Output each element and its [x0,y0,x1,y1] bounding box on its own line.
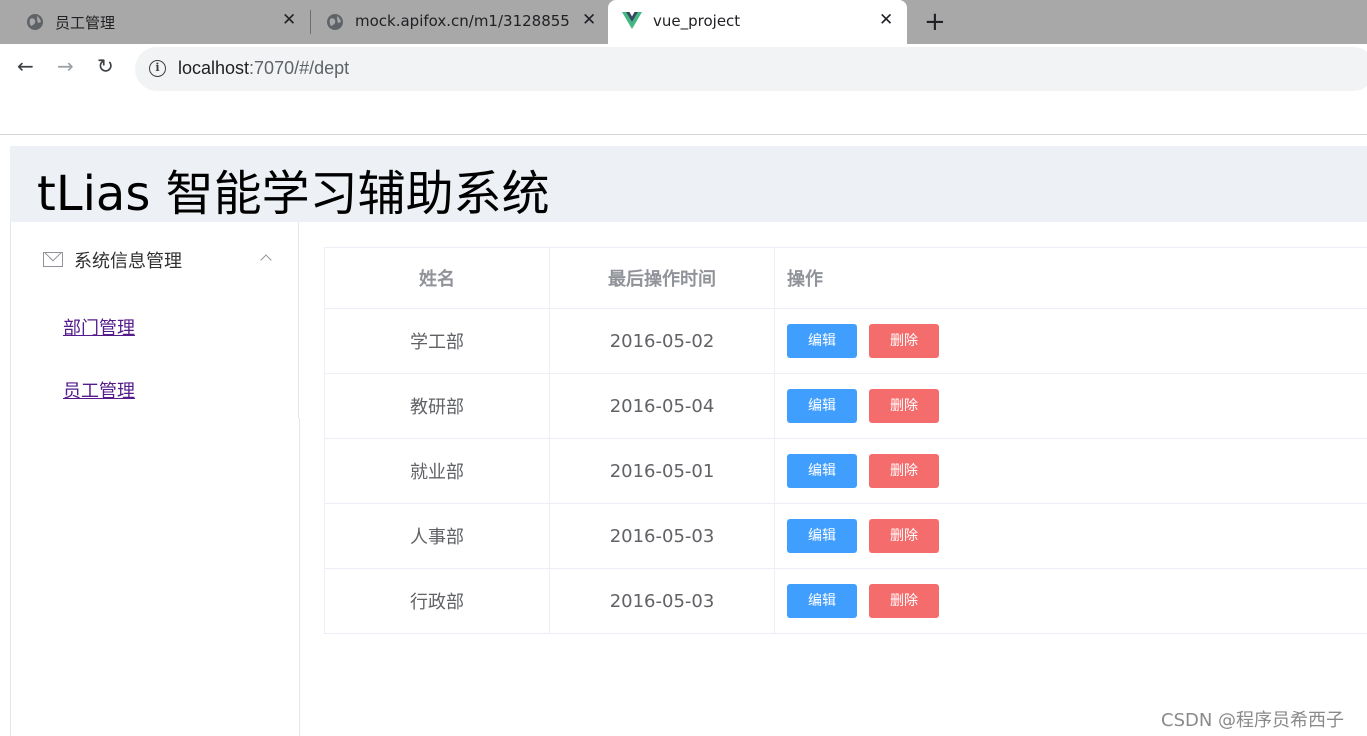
edit-button[interactable]: 编辑 [787,389,857,423]
update-time-cell: 2016-05-01 [549,438,775,504]
actions-cell: 编辑 删除 [774,503,1367,569]
update-time-cell: 2016-05-03 [549,503,775,569]
edit-button[interactable]: 编辑 [787,519,857,553]
site-info-icon[interactable]: i [149,60,166,77]
app-title: tLias 智能学习辅助系统 [37,166,550,222]
edit-button[interactable]: 编辑 [787,584,857,618]
delete-button[interactable]: 删除 [869,584,939,618]
table-row: 人事部 2016-05-03 编辑 删除 [324,503,1367,569]
dept-table: 姓名 最后操作时间 操作 学工部 2016-05-02 编辑 删除 教研部 201… [324,247,1367,634]
message-icon [43,252,63,267]
actions-cell: 编辑 删除 [774,308,1367,374]
dept-name-cell: 人事部 [324,503,550,569]
table-row: 学工部 2016-05-02 编辑 删除 [324,308,1367,374]
dept-name-cell: 教研部 [324,373,550,439]
table-row: 行政部 2016-05-03 编辑 删除 [324,568,1367,634]
vue-logo-icon [622,12,642,29]
back-button[interactable]: ← [17,54,34,78]
chevron-up-icon [260,254,272,266]
url-text[interactable]: localhost:7070/#/dept [178,58,349,79]
globe-icon [327,14,343,30]
tab-employee[interactable]: 员工管理 ✕ [0,0,310,44]
edit-button[interactable]: 编辑 [787,454,857,488]
delete-button[interactable]: 删除 [869,389,939,423]
update-time-cell: 2016-05-02 [549,308,775,374]
browser-toolbar: ← → ↻ i localhost:7070/#/dept [0,44,1367,92]
dept-name-cell: 就业部 [324,438,550,504]
column-header-name: 姓名 [324,247,550,309]
table-row: 教研部 2016-05-04 编辑 删除 [324,373,1367,439]
table-header-row: 姓名 最后操作时间 操作 [324,247,1367,309]
tab-close-icon[interactable]: ✕ [582,10,596,30]
tab-close-icon[interactable]: ✕ [282,10,296,30]
delete-button[interactable]: 删除 [869,454,939,488]
actions-cell: 编辑 删除 [774,373,1367,439]
actions-cell: 编辑 删除 [774,438,1367,504]
update-time-cell: 2016-05-03 [549,568,775,634]
new-tab-button[interactable]: + [924,7,946,37]
delete-button[interactable]: 删除 [869,519,939,553]
tab-title: mock.apifox.cn/m1/3128855- [355,12,569,30]
actions-cell: 编辑 删除 [774,568,1367,634]
tab-mock-apifox[interactable]: mock.apifox.cn/m1/3128855- ✕ [300,0,610,44]
dept-name-cell: 学工部 [324,308,550,374]
forward-button[interactable]: → [57,54,74,78]
dept-name-cell: 行政部 [324,568,550,634]
reload-button[interactable]: ↻ [97,54,114,78]
tab-close-icon[interactable]: ✕ [879,10,893,30]
main-content: 姓名 最后操作时间 操作 学工部 2016-05-02 编辑 删除 教研部 201… [324,247,1367,634]
app-header: tLias 智能学习辅助系统 [10,146,1367,222]
browser-tab-bar: 员工管理 ✕ mock.apifox.cn/m1/3128855- ✕ vue_… [0,0,1367,44]
tab-title: 员工管理 [55,14,116,32]
url-host: localhost [178,58,250,78]
sidebar-menu: 系统信息管理 部门管理 员工管理 [11,222,299,418]
update-time-cell: 2016-05-04 [549,373,775,439]
sidebar-item-dept[interactable]: 部门管理 [63,314,135,340]
sidebar-divider [299,418,300,736]
submenu-system-info[interactable]: 系统信息管理 [11,222,299,294]
watermark: CSDN @程序员希西子 [1161,710,1345,731]
sidebar-item-employee[interactable]: 员工管理 [63,377,135,403]
address-bar[interactable]: i localhost:7070/#/dept [135,47,1367,91]
tab-title: vue_project [653,12,741,30]
column-header-actions: 操作 [774,247,1367,309]
column-header-time: 最后操作时间 [549,247,775,309]
sidebar: 系统信息管理 部门管理 员工管理 [10,222,300,736]
browser-content-top [0,92,1367,135]
delete-button[interactable]: 删除 [869,324,939,358]
url-path: :7070/#/dept [249,58,350,78]
tab-vue-project[interactable]: vue_project ✕ [608,0,907,44]
submenu-label: 系统信息管理 [74,251,182,272]
globe-icon [27,14,43,30]
edit-button[interactable]: 编辑 [787,324,857,358]
table-row: 就业部 2016-05-01 编辑 删除 [324,438,1367,504]
